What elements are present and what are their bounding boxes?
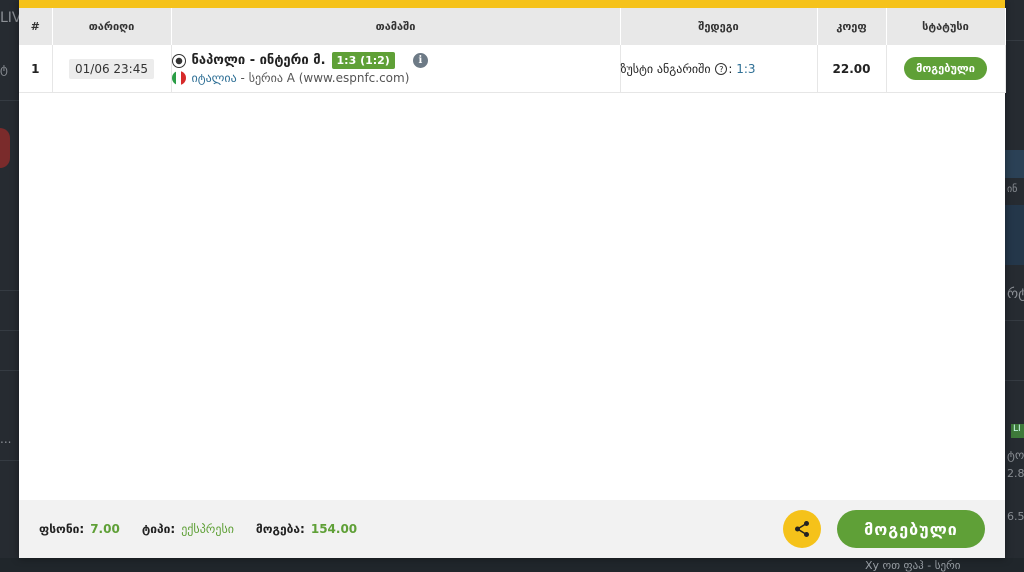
background-left-panel: LIV ტ ... [0, 0, 22, 572]
footer-stats: ფსონი: 7.00 ტიპი: ექსპრესი მოგება: 154.00 [39, 522, 357, 536]
match-name: ნაპოლი - ინტერი მ. [191, 53, 326, 68]
background-bottom-bar: Xy ოთ ფაჰ - სერი [0, 558, 1024, 572]
info-icon[interactable]: i [412, 53, 428, 68]
score-badge: 1:3 (1:2) [331, 52, 395, 69]
bg-text: LI [1013, 424, 1021, 434]
bg-odds-text: 2.8 [1007, 467, 1024, 480]
win-label: მოგება: [255, 522, 305, 536]
bg-text: რტ [1007, 286, 1024, 302]
row-status-cell: მოგებული [886, 45, 1006, 93]
row-odds: 22.00 [817, 45, 887, 93]
date-chip: 01/06 23:45 [69, 58, 154, 79]
type-value: ექსპრესი [181, 522, 234, 536]
stake-value: 7.00 [90, 522, 120, 536]
background-right-panel: ინ რტ LI ტო 2.8 6.5 [1005, 0, 1024, 572]
bg-text: ... [0, 432, 12, 446]
bet-details-modal: # თარიღი თამაში შედეგი კოეფ სტატუსი 1 01… [19, 0, 1006, 558]
bg-text: ტო [1007, 448, 1024, 462]
row-number: 1 [19, 45, 53, 93]
bg-odds-text: 6.5 [1007, 510, 1024, 523]
modal-footer: ფსონი: 7.00 ტიპი: ექსპრესი მოგება: 154.00 მ… [19, 500, 1005, 558]
header-odds: კოეფ [817, 8, 887, 45]
type-label: ტიპი: [141, 522, 176, 536]
win-value: 154.00 [310, 522, 358, 536]
bg-bottom-text: Xy ოთ ფაჰ - სერი [865, 559, 961, 572]
row-game-cell: ნაპოლი - ინტერი მ. 1:3 (1:2) i იტალია - … [171, 45, 621, 93]
bg-block [1005, 150, 1024, 178]
event-label: ზუსტი ანგარიში [620, 61, 711, 76]
help-icon[interactable]: ? [715, 63, 728, 75]
share-icon [795, 521, 809, 537]
bg-text: ინ [1007, 184, 1018, 195]
soccer-ball-icon [171, 53, 186, 68]
stake-label: ფსონი: [39, 522, 85, 536]
event-value: 1:3 [736, 61, 756, 76]
country-link[interactable]: იტალია [192, 71, 237, 85]
bets-table: # თარიღი თამაში შედეგი კოეფ სტატუსი 1 01… [19, 8, 1006, 93]
table-header-row: # თარიღი თამაში შედეგი კოეფ სტატუსი [19, 8, 1006, 45]
bg-text: ტ [0, 62, 8, 76]
header-game: თამაში [171, 8, 621, 45]
header-date: თარიღი [52, 8, 172, 45]
header-number: # [19, 8, 53, 45]
table-row: 1 01/06 23:45 ნაპოლი - ინტერი მ. 1:3 (1:… [19, 45, 1006, 93]
league-name: - სერია A (www.espnfc.com) [236, 71, 410, 85]
header-status: სტატუსი [886, 8, 1006, 45]
bg-block [1005, 205, 1024, 265]
row-date-cell: 01/06 23:45 [52, 45, 172, 93]
share-button[interactable] [783, 510, 821, 548]
italy-flag-icon [171, 71, 186, 85]
bg-team-logo [0, 128, 10, 168]
won-status-button[interactable]: მოგებული [837, 510, 985, 548]
row-event-cell: ზუსტი ანგარიში ?: 1:3 [620, 45, 818, 93]
header-result: შედეგი [620, 8, 818, 45]
modal-accent-bar [19, 0, 1005, 8]
status-badge: მოგებული [904, 57, 987, 80]
